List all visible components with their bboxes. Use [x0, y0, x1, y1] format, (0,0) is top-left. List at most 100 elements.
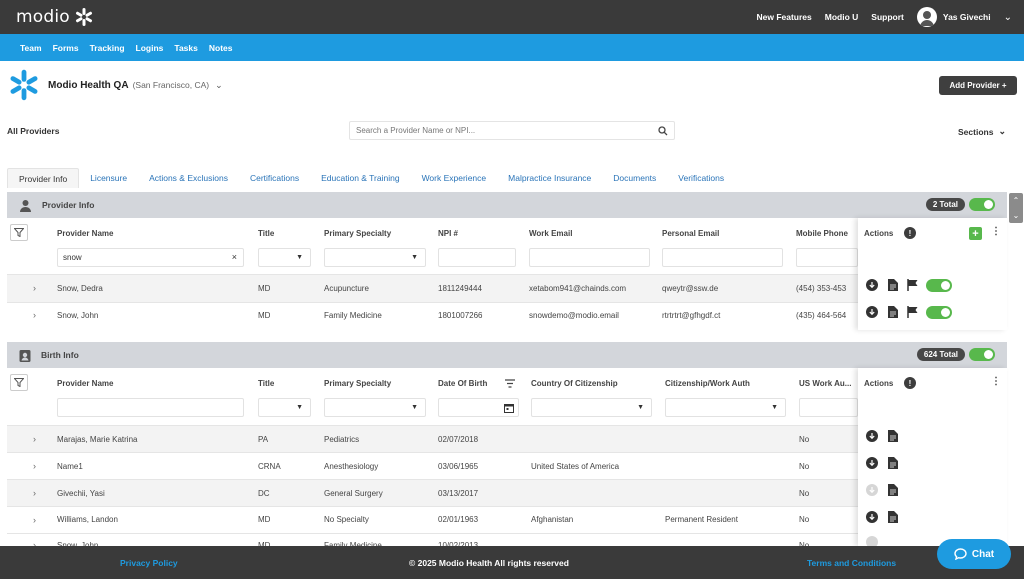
- tab-education-training[interactable]: Education & Training: [310, 168, 410, 188]
- column-header-title[interactable]: Title: [258, 229, 274, 238]
- title-filter-select[interactable]: ▼: [258, 398, 311, 417]
- chevron-up-icon[interactable]: ⌃: [1013, 196, 1020, 205]
- chevron-down-icon[interactable]: ⌄: [1013, 211, 1020, 220]
- tab-licensure[interactable]: Licensure: [79, 168, 138, 188]
- filter-icon[interactable]: [10, 224, 28, 241]
- section-toggle[interactable]: [969, 348, 995, 361]
- specialty-filter-select[interactable]: ▼: [324, 248, 426, 267]
- add-column-button[interactable]: +: [969, 227, 982, 240]
- tab-malpractice-insurance[interactable]: Malpractice Insurance: [497, 168, 602, 188]
- calendar-icon[interactable]: [504, 403, 514, 413]
- provider-search-input[interactable]: Search a Provider Name or NPI...: [349, 121, 675, 140]
- cell-provider-name[interactable]: Williams, Landon: [57, 515, 118, 524]
- provider-active-toggle[interactable]: [926, 306, 952, 319]
- document-icon[interactable]: [888, 484, 898, 496]
- chevron-down-icon[interactable]: ⌄: [1004, 12, 1012, 23]
- work-auth-filter-select[interactable]: ▼: [665, 398, 786, 417]
- provider-name-filter[interactable]: [57, 398, 244, 417]
- tab-provider-info[interactable]: Provider Info: [7, 168, 80, 188]
- provider-name-filter[interactable]: snow ×: [57, 248, 244, 267]
- column-header-date-of-birth[interactable]: Date Of Birth: [438, 379, 487, 388]
- sections-dropdown[interactable]: Sections ⌄: [958, 126, 1006, 137]
- new-features-link[interactable]: New Features: [756, 12, 811, 22]
- expand-chevron-icon[interactable]: ›: [33, 310, 36, 320]
- column-header-us-work-auth[interactable]: US Work Au...: [799, 379, 851, 388]
- expand-chevron-icon[interactable]: ›: [33, 461, 36, 471]
- nav-forms[interactable]: Forms: [53, 43, 79, 53]
- country-filter-select[interactable]: ▼: [531, 398, 652, 417]
- nav-notes[interactable]: Notes: [209, 43, 233, 53]
- modio-logo[interactable]: modio: [16, 7, 94, 27]
- download-icon[interactable]: [866, 279, 878, 291]
- provider-active-toggle[interactable]: [926, 279, 952, 292]
- search-icon[interactable]: [658, 126, 668, 136]
- column-header-personal-email[interactable]: Personal Email: [662, 229, 719, 238]
- info-icon[interactable]: !: [904, 227, 916, 239]
- column-header-npi[interactable]: NPI #: [438, 229, 458, 238]
- download-icon[interactable]: [866, 511, 878, 523]
- org-selector[interactable]: Modio Health QA (San Francisco, CA) ⌄: [8, 68, 223, 102]
- personal-email-filter-input[interactable]: [662, 248, 783, 267]
- mobile-phone-filter-input[interactable]: [796, 248, 858, 267]
- filter-icon[interactable]: [10, 374, 28, 391]
- cell-provider-name[interactable]: Snow, John: [57, 311, 98, 320]
- clear-icon[interactable]: ×: [232, 252, 237, 262]
- section-toggle[interactable]: [969, 198, 995, 211]
- tab-actions-exclusions[interactable]: Actions & Exclusions: [138, 168, 239, 188]
- table-row[interactable]: [7, 480, 1007, 507]
- expand-chevron-icon[interactable]: ›: [33, 515, 36, 525]
- cell-provider-name[interactable]: Snow, Dedra: [57, 284, 103, 293]
- terms-link[interactable]: Terms and Conditions: [807, 558, 896, 568]
- page-scroll-control[interactable]: ⌃ ⌄: [1009, 193, 1023, 223]
- tab-verifications[interactable]: Verifications: [667, 168, 735, 188]
- expand-chevron-icon[interactable]: ›: [33, 434, 36, 444]
- column-header-citizenship-work-auth[interactable]: Citizenship/Work Auth: [665, 379, 750, 388]
- download-icon[interactable]: [866, 430, 878, 442]
- download-icon[interactable]: [866, 457, 878, 469]
- expand-chevron-icon[interactable]: ›: [33, 283, 36, 293]
- table-row[interactable]: [7, 275, 1007, 302]
- privacy-policy-link[interactable]: Privacy Policy: [120, 558, 178, 568]
- support-link[interactable]: Support: [871, 12, 904, 22]
- column-header-mobile-phone[interactable]: Mobile Phone: [796, 229, 848, 238]
- kebab-menu-icon[interactable]: ⋮: [991, 226, 1001, 237]
- specialty-filter-select[interactable]: ▼: [324, 398, 426, 417]
- column-header-provider-name[interactable]: Provider Name: [57, 229, 113, 238]
- kebab-menu-icon[interactable]: ⋮: [991, 376, 1001, 387]
- nav-tasks[interactable]: Tasks: [174, 43, 197, 53]
- nav-tracking[interactable]: Tracking: [90, 43, 125, 53]
- column-header-country[interactable]: Country Of Citizenship: [531, 379, 618, 388]
- tab-work-experience[interactable]: Work Experience: [411, 168, 498, 188]
- cell-provider-name[interactable]: Marajas, Marie Katrina: [57, 435, 137, 444]
- column-header-primary-specialty[interactable]: Primary Specialty: [324, 379, 391, 388]
- document-icon[interactable]: [888, 511, 898, 523]
- us-work-auth-filter-select[interactable]: [799, 398, 858, 417]
- add-provider-button[interactable]: Add Provider +: [939, 76, 1017, 95]
- document-icon[interactable]: [888, 430, 898, 442]
- tab-certifications[interactable]: Certifications: [239, 168, 310, 188]
- column-header-title[interactable]: Title: [258, 379, 274, 388]
- user-menu[interactable]: Yas Givechi: [916, 7, 991, 27]
- info-icon[interactable]: !: [904, 377, 916, 389]
- column-header-work-email[interactable]: Work Email: [529, 229, 572, 238]
- cell-provider-name[interactable]: Givechii, Yasi: [57, 489, 105, 498]
- document-icon[interactable]: [888, 279, 898, 291]
- work-email-filter-input[interactable]: [529, 248, 650, 267]
- sort-icon[interactable]: [505, 379, 515, 388]
- nav-team[interactable]: Team: [20, 43, 42, 53]
- dob-filter-input[interactable]: [438, 398, 519, 417]
- download-icon[interactable]: [866, 306, 878, 318]
- modio-u-link[interactable]: Modio U: [825, 12, 859, 22]
- chevron-down-icon[interactable]: ⌄: [215, 80, 223, 91]
- chat-button[interactable]: Chat: [937, 539, 1011, 569]
- title-filter-select[interactable]: ▼: [258, 248, 311, 267]
- cell-provider-name[interactable]: Name1: [57, 462, 83, 471]
- document-icon[interactable]: [888, 457, 898, 469]
- flag-icon[interactable]: [907, 279, 918, 291]
- table-row[interactable]: [7, 426, 1007, 453]
- expand-chevron-icon[interactable]: ›: [33, 488, 36, 498]
- column-header-provider-name[interactable]: Provider Name: [57, 379, 113, 388]
- nav-logins[interactable]: Logins: [136, 43, 164, 53]
- document-icon[interactable]: [888, 306, 898, 318]
- flag-icon[interactable]: [907, 306, 918, 318]
